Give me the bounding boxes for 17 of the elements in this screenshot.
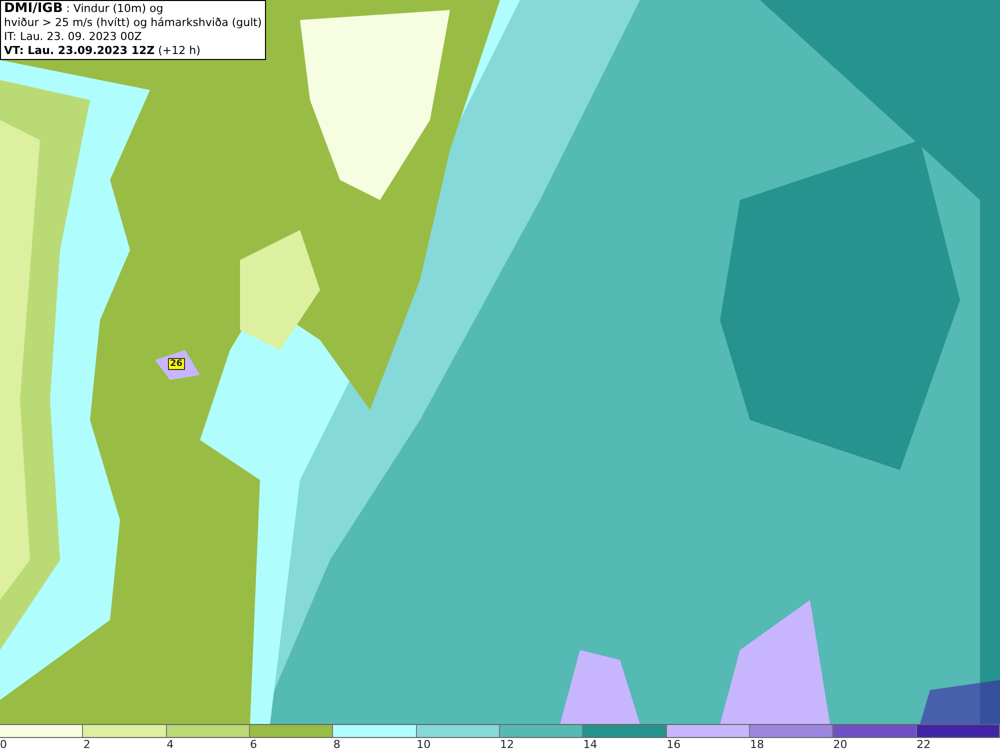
title-line: VT: Lau. 23.09.2023 12Z (+12 h): [4, 44, 202, 58]
legend-label: 12: [500, 738, 514, 752]
legend-label: 2: [83, 738, 90, 752]
gust-label: 26: [168, 358, 185, 370]
legend-label: 14: [583, 738, 598, 752]
legend-label: 18: [750, 738, 764, 752]
legend-label: 20: [833, 738, 848, 752]
legend-label: 6: [250, 738, 257, 752]
legend-label: 0: [0, 738, 7, 752]
legend-label: 8: [333, 738, 340, 752]
title-line: IT: Lau. 23. 09. 2023 00Z: [4, 30, 143, 44]
legend-label: 10: [416, 738, 431, 752]
legend-label: 16: [666, 738, 681, 752]
legend-label: 22: [916, 738, 931, 752]
title-line: hviður > 25 m/s (hvítt) og hámarkshviða (gult): [4, 16, 262, 30]
title-line: DMI/IGB : Vindur (10m) og: [4, 2, 164, 16]
legend-label: 4: [166, 738, 174, 752]
